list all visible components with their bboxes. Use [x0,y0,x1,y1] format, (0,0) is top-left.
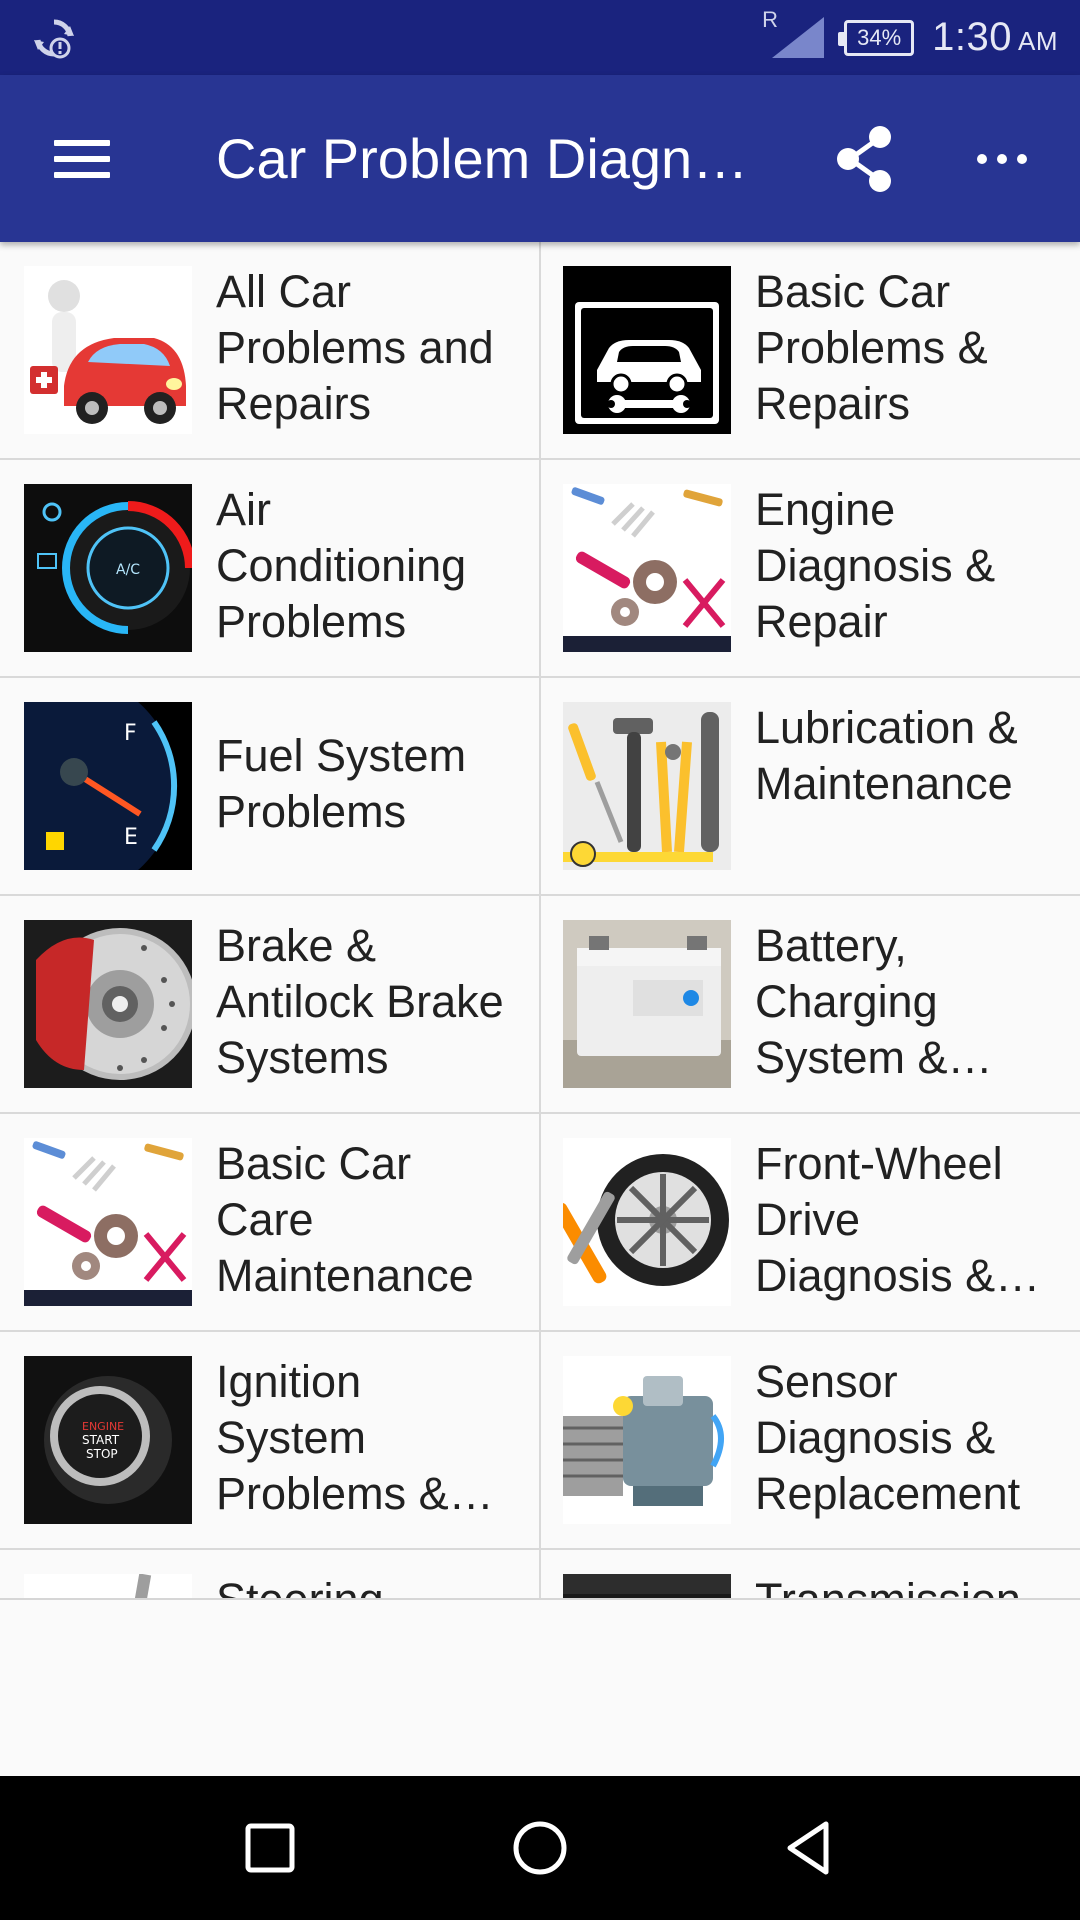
status-bar: R 34% 1:30 AM [0,0,1080,75]
engine-start-button-image: ENGINE START STOP [24,1356,192,1524]
grid-item-label: Transmission [755,1574,1021,1600]
roaming-indicator: R [762,7,779,32]
grid-item-label: All Car Problems and Repairs [216,266,494,429]
home-circle-icon[interactable] [480,1796,600,1900]
engine-block-image [563,1356,731,1524]
battery-icon: 34% [838,19,915,56]
grid-item-air-conditioning[interactable]: A/C Air Conditioning Problems [0,460,539,678]
grid-item-label: Steering [216,1574,384,1600]
svg-text:F: F [124,721,137,746]
brake-disc-image [24,920,192,1088]
clock-time: 1:30 [932,15,1012,59]
car-battery-image [563,920,731,1088]
grid-item-label: Front-Wheel Drive Diagnosis & Repair [755,1138,1003,1310]
grid-item-front-wheel-drive[interactable]: Front-Wheel Drive Diagnosis & Repair [539,1114,1080,1332]
grid-item-label: Basic Car Care Maintenance [216,1138,474,1301]
svg-text:ENGINE: ENGINE [82,1420,124,1433]
app-bar: Car Problem Diagnosis [0,75,1080,242]
car-repair-sign-image [563,266,731,434]
tools-gears-image [24,1138,192,1306]
transmission-image [563,1574,731,1598]
grid-item-engine-diagnosis[interactable]: Engine Diagnosis & Repair [539,460,1080,678]
grid-item-label: Basic Car Problems & Repairs [755,266,988,429]
grid-item-brakes[interactable]: Brake & Antilock Brake Systems [0,896,539,1114]
grid-item-fuel-system[interactable]: F E Fuel System Problems [0,678,539,896]
steering-tool-image [24,1574,192,1598]
svg-text:STOP: STOP [86,1447,118,1461]
grid-item-label: Sensor Diagnosis & Replacement [755,1356,1021,1519]
tools-gears-image [563,484,731,652]
grid-item-basic-car-care[interactable]: Basic Car Care Maintenance [0,1114,539,1332]
recents-square-icon[interactable] [210,1796,330,1900]
grid-item-lubrication[interactable]: Lubrication & Maintenance [539,678,1080,896]
clock: 1:30 AM [932,15,1058,60]
hand-tools-image [563,702,731,870]
sync-alert-icon [30,14,78,62]
navigation-bar [0,1776,1080,1920]
svg-text:E: E [124,825,138,850]
wheel-wrench-image [563,1138,731,1306]
grid-item-label: Battery, Charging System & Starter [755,920,948,1092]
share-icon[interactable] [830,119,902,199]
battery-level: 34% [857,24,902,50]
grid-item-label: Brake & Antilock Brake Systems [216,920,504,1083]
signal-icon: R [762,7,826,60]
grid-item-transmission[interactable]: Transmission [539,1550,1080,1600]
grid-item-sensor[interactable]: Sensor Diagnosis & Replacement [539,1332,1080,1550]
grid-item-basic-car-problems[interactable]: Basic Car Problems & Repairs [539,242,1080,460]
grid-item-label: Air Conditioning Problems [216,484,467,647]
grid-item-steering[interactable]: Steering [0,1550,539,1600]
ac-dial-image: A/C [24,484,192,652]
category-grid: All Car Problems and Repairs Basic Car P… [0,242,1080,1600]
grid-item-label: Engine Diagnosis & Repair [755,484,996,647]
clock-ampm: AM [1018,26,1058,56]
status-indicators: R 34% 1:30 AM [762,0,1058,75]
grid-item-label: Lubrication & Maintenance [755,702,1018,809]
grid-item-label: Ignition System Problems & Repair [216,1356,449,1528]
more-dots-icon[interactable] [962,119,1042,199]
grid-item-battery[interactable]: Battery, Charging System & Starter [539,896,1080,1114]
page-title: Car Problem Diagnosis [216,127,776,190]
grid-item-ignition[interactable]: ENGINE START STOP Ignition System Proble… [0,1332,539,1550]
cartoon-car-doctor-image [24,266,192,434]
hamburger-menu-icon[interactable] [36,115,124,203]
svg-text:START: START [82,1433,120,1447]
back-triangle-icon[interactable] [750,1796,870,1900]
grid-item-label: Fuel System Problems [216,730,467,837]
grid-item-all-car-problems[interactable]: All Car Problems and Repairs [0,242,539,460]
fuel-gauge-image: F E [24,702,192,870]
svg-text:A/C: A/C [116,562,140,578]
